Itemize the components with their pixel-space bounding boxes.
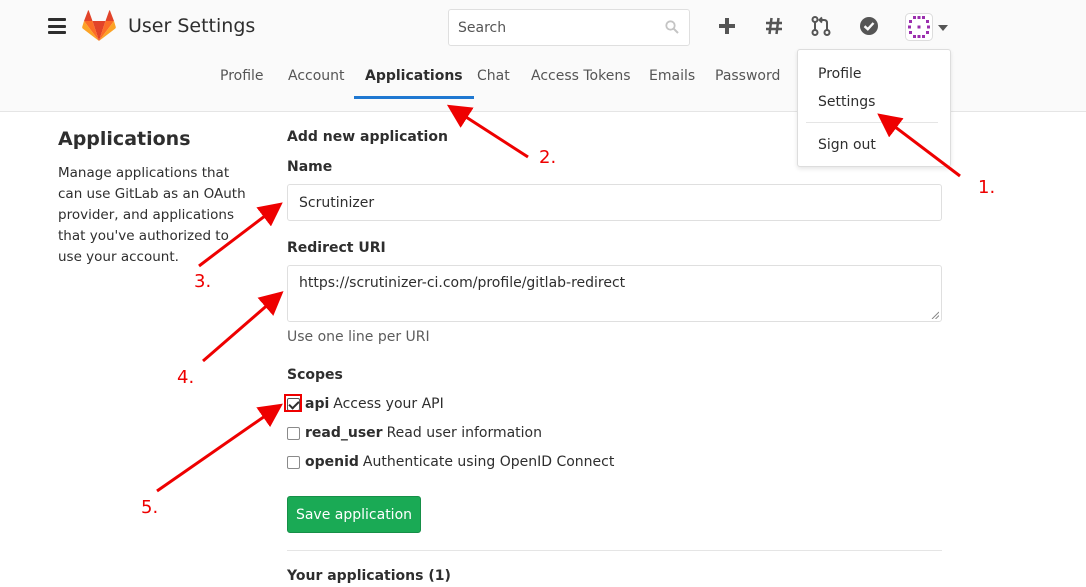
resize-handle-icon[interactable]	[931, 311, 939, 319]
arrow-4	[202, 291, 284, 363]
section-divider	[287, 550, 942, 551]
annotation-step-4: 4.	[177, 367, 195, 388]
redirect-uri-help: Use one line per URI	[287, 329, 430, 345]
tab-emails[interactable]: Emails	[649, 68, 695, 98]
name-label: Name	[287, 159, 333, 175]
gitlab-logo[interactable]	[82, 10, 116, 42]
form-heading: Add new application	[287, 129, 448, 145]
dropdown-item-sign-out[interactable]: Sign out	[818, 137, 876, 153]
your-applications-heading: Your applications (1)	[287, 568, 451, 584]
arrow-5	[156, 403, 283, 493]
scope-read-user-name: read_user	[305, 425, 383, 441]
scope-openid-name: openid	[305, 454, 359, 470]
caret-down-icon[interactable]	[938, 25, 948, 31]
section-description: Manage applications that can use GitLab …	[58, 165, 246, 265]
annotation-step-5: 5.	[141, 497, 159, 518]
tab-password[interactable]: Password	[715, 68, 780, 98]
highlight-box	[284, 394, 302, 412]
scope-read-user-desc: Read user information	[386, 425, 542, 441]
dropdown-divider	[806, 122, 938, 123]
redirect-uri-textarea[interactable]: https://scrutinizer-ci.com/profile/gitla…	[287, 265, 942, 322]
annotation-step-3: 3.	[194, 271, 212, 292]
app-title: User Settings	[128, 15, 256, 37]
dropdown-item-settings[interactable]: Settings	[818, 94, 875, 110]
scope-openid-checkbox[interactable]	[287, 455, 300, 469]
save-application-button[interactable]: Save application	[287, 496, 421, 533]
redirect-uri-value: https://scrutinizer-ci.com/profile/gitla…	[299, 275, 626, 291]
tab-applications[interactable]: Applications	[354, 68, 474, 99]
scope-read-user: read_user Read user information	[287, 425, 542, 441]
scope-openid: openid Authenticate using OpenID Connect	[287, 454, 614, 470]
tab-access-tokens[interactable]: Access Tokens	[531, 68, 631, 98]
menu-icon[interactable]	[48, 18, 66, 34]
tab-profile[interactable]: Profile	[220, 68, 264, 98]
todo-check-icon[interactable]	[858, 15, 880, 37]
search-icon	[665, 20, 679, 34]
hash-icon[interactable]	[763, 15, 785, 37]
dropdown-item-profile[interactable]: Profile	[818, 66, 862, 82]
annotation-step-1: 1.	[978, 177, 996, 198]
redirect-uri-label: Redirect URI	[287, 240, 386, 256]
tab-chat[interactable]: Chat	[477, 68, 510, 98]
scopes-label: Scopes	[287, 367, 343, 383]
arrow-2	[446, 104, 529, 159]
name-input[interactable]	[287, 184, 942, 221]
tab-account[interactable]: Account	[288, 68, 345, 98]
merge-request-icon[interactable]	[810, 15, 832, 37]
search-box[interactable]	[448, 9, 690, 46]
user-dropdown-menu: Profile Settings Sign out	[797, 49, 951, 167]
scope-api: api Access your API	[287, 396, 444, 412]
scope-openid-desc: Authenticate using OpenID Connect	[362, 454, 615, 470]
scope-api-name: api	[305, 396, 330, 412]
scope-read-user-checkbox[interactable]	[287, 426, 300, 440]
section-title: Applications	[58, 128, 191, 150]
plus-icon[interactable]	[716, 15, 738, 37]
search-input[interactable]	[449, 10, 649, 45]
avatar[interactable]	[905, 13, 933, 41]
scope-api-desc: Access your API	[333, 396, 444, 412]
annotation-step-2: 2.	[539, 147, 557, 168]
